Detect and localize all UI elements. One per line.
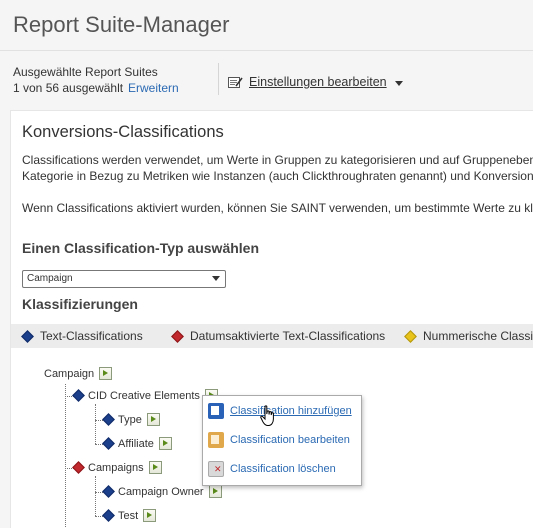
edit-settings-label: Einstellungen bearbeiten xyxy=(249,75,387,89)
blue-diamond-icon xyxy=(102,485,115,498)
tree-connector xyxy=(65,384,66,527)
delete-classification-item[interactable]: Classification löschen xyxy=(208,461,336,477)
tree-node-label: Campaign Owner xyxy=(118,485,204,498)
tree-node-label: Test xyxy=(118,509,139,522)
classification-type-value: Campaign xyxy=(27,273,73,284)
add-classification-item[interactable]: Classification hinzufügen xyxy=(208,403,352,419)
classification-type-heading: Einen Classification-Typ auswählen xyxy=(22,240,260,256)
tree-node-campaign[interactable]: Campaign xyxy=(44,367,113,380)
tree-connector xyxy=(95,476,96,516)
menu-item-label: Classification bearbeiten xyxy=(230,434,350,446)
tree-node-cid-creative-elements[interactable]: CID Creative Elements xyxy=(72,389,218,402)
description-line-2: Kategorie in Bezug zu Metriken wie Insta… xyxy=(22,169,533,183)
selected-suites-label: Ausgewählte Report Suites xyxy=(13,65,158,79)
hand-cursor-icon xyxy=(260,405,274,426)
classification-type-select[interactable]: Campaign xyxy=(22,270,226,288)
tree-node-affiliate[interactable]: Affiliate xyxy=(102,437,172,450)
saint-description: Wenn Classifications aktiviert wurden, k… xyxy=(22,201,533,215)
chevron-down-icon xyxy=(394,80,403,86)
legend-item-text: Text-Classifications xyxy=(21,329,143,343)
tree-node-type[interactable]: Type xyxy=(102,413,160,426)
classification-legend: Text-Classifications Datumsaktivierte Te… xyxy=(11,324,533,348)
classifications-heading: Klassifizierungen xyxy=(22,296,138,312)
page-title: Konversions-Classifications xyxy=(22,123,224,141)
selected-suites-count: 1 von 56 ausgewählt xyxy=(13,81,124,95)
tree-node-label: Affiliate xyxy=(118,437,154,450)
header-bar: Report Suite-Manager xyxy=(0,0,533,51)
legend-label: Nummerische Classif xyxy=(423,329,533,343)
legend-label: Datumsaktivierte Text-Classifications xyxy=(190,329,386,343)
play-icon[interactable] xyxy=(143,509,157,522)
tree-connector xyxy=(95,404,96,444)
red-diamond-icon xyxy=(72,461,85,474)
blue-diamond-icon xyxy=(102,509,115,522)
play-icon[interactable] xyxy=(99,367,113,380)
tree-node-label: Campaign xyxy=(44,367,95,380)
menu-item-label: Classification löschen xyxy=(230,463,336,475)
report-suite-bar: Ausgewählte Report Suites 1 von 56 ausge… xyxy=(0,51,533,103)
chevron-down-icon xyxy=(212,276,220,281)
expand-link[interactable]: Erweitern xyxy=(128,81,179,95)
app-title: Report Suite-Manager xyxy=(13,12,230,37)
tree-node-campaign-owner[interactable]: Campaign Owner xyxy=(102,485,222,498)
play-icon[interactable] xyxy=(158,437,172,450)
settings-edit-icon xyxy=(228,76,243,88)
legend-item-numeric: Nummerische Classif xyxy=(404,329,533,343)
blue-diamond-icon xyxy=(102,437,115,450)
legend-label: Text-Classifications xyxy=(40,329,143,343)
blue-diamond-icon xyxy=(72,389,85,402)
play-icon[interactable] xyxy=(148,461,162,474)
red-diamond-icon xyxy=(171,329,184,343)
play-icon[interactable] xyxy=(146,413,160,426)
tree-node-label: Type xyxy=(118,413,142,426)
blue-diamond-icon xyxy=(102,413,115,426)
edit-classification-icon xyxy=(208,432,224,448)
add-classification-icon xyxy=(208,403,224,419)
tree-node-label: Campaigns xyxy=(88,461,144,474)
divider xyxy=(218,63,219,95)
blue-diamond-icon xyxy=(21,329,34,343)
context-menu: Classification hinzufügen Classification… xyxy=(202,395,362,486)
description-line-1: Classifications werden verwendet, um Wer… xyxy=(22,153,533,167)
delete-classification-icon xyxy=(208,461,224,477)
tree-node-campaigns[interactable]: Campaigns xyxy=(72,461,162,474)
legend-item-date-text: Datumsaktivierte Text-Classifications xyxy=(171,329,386,343)
tree-node-label: CID Creative Elements xyxy=(88,389,200,402)
yellow-diamond-icon xyxy=(404,329,417,343)
play-icon[interactable] xyxy=(208,485,222,498)
tree-node-test[interactable]: Test xyxy=(102,509,157,522)
edit-settings-menu[interactable]: Einstellungen bearbeiten xyxy=(228,75,403,89)
menu-item-label: Classification hinzufügen xyxy=(230,405,352,417)
edit-classification-item[interactable]: Classification bearbeiten xyxy=(208,432,350,448)
